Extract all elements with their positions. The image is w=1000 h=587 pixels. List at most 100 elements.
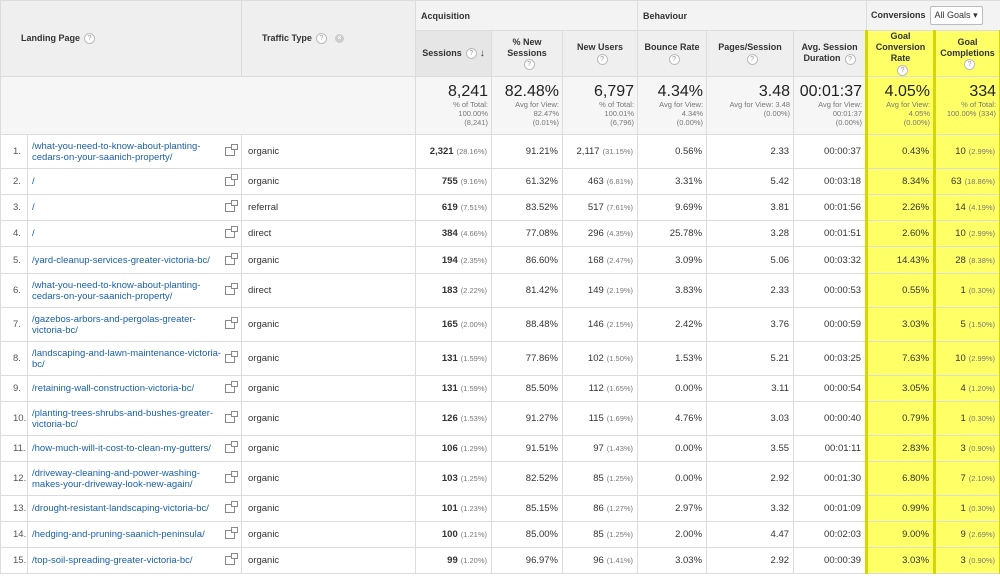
sort-desc-icon[interactable]: ↓: [480, 48, 485, 59]
conv-rate-cell: 0.79%: [865, 401, 937, 436]
row-number: 8.: [0, 341, 28, 376]
bounce-rate-cell: 2.97%: [637, 495, 708, 522]
open-link-icon[interactable]: [225, 381, 239, 393]
help-icon[interactable]: ?: [964, 59, 976, 71]
duration-cell: 00:00:40: [793, 401, 868, 436]
bounce-rate-header[interactable]: Bounce Rate?: [637, 30, 708, 77]
conv-rate-cell: 9.00%: [865, 521, 937, 548]
landing-page-link[interactable]: /what-you-need-to-know-about-planting-ce…: [32, 280, 225, 302]
completions-value: 14: [955, 202, 966, 213]
landing-page-link[interactable]: /what-you-need-to-know-about-planting-ce…: [32, 141, 225, 163]
new-users-cell: 96 (1.41%): [562, 547, 639, 574]
sessions-percent: (2.22%): [460, 286, 488, 295]
new-users-value: 146: [587, 319, 604, 330]
sessions-value: 131: [441, 353, 458, 364]
new-users-value: 463: [587, 176, 604, 187]
new-users-value: 115: [588, 413, 604, 424]
total-note: 82.47%: [533, 109, 560, 118]
landing-page-link[interactable]: /: [32, 228, 225, 239]
landing-page-link[interactable]: /landscaping-and-lawn-maintenance-victor…: [32, 348, 225, 370]
traffic-type-header[interactable]: Traffic Type? ×: [241, 0, 417, 77]
duration-cell: 00:01:09: [793, 495, 868, 522]
landing-page-link[interactable]: /: [32, 202, 225, 213]
open-link-icon[interactable]: [225, 471, 239, 483]
sessions-cell: 755 (9.16%): [415, 168, 493, 195]
total-new-users: 6,797% of Total: 100.01% (6,796): [562, 76, 639, 135]
help-icon[interactable]: ?: [746, 53, 758, 65]
new-users-cell: 102 (1.50%): [562, 341, 639, 376]
open-link-icon[interactable]: [225, 501, 239, 513]
completions-value: 7: [960, 473, 966, 484]
open-link-icon[interactable]: [225, 252, 239, 265]
sessions-percent: (4.66%): [460, 229, 488, 238]
open-link-icon[interactable]: [225, 174, 239, 186]
open-link-icon[interactable]: [225, 144, 239, 156]
help-icon[interactable]: ?: [668, 53, 680, 65]
landing-page-header[interactable]: Landing Page?: [0, 0, 243, 77]
help-icon[interactable]: ?: [897, 64, 909, 76]
open-link-icon[interactable]: [225, 226, 239, 238]
sessions-header[interactable]: Sessions? ↓: [415, 30, 493, 77]
open-link-icon[interactable]: [225, 317, 239, 329]
bounce-rate-cell: 1.53%: [637, 341, 708, 376]
landing-page-link[interactable]: /retaining-wall-construction-victoria-bc…: [32, 383, 225, 394]
completions-value: 1: [960, 503, 966, 514]
table-row: 12./driveway-cleaning-and-power-washing-…: [0, 461, 1000, 496]
avg-session-duration-header[interactable]: Avg. Session Duration?: [793, 30, 868, 77]
landing-page-link[interactable]: /drought-resistant-landscaping-victoria-…: [32, 503, 225, 514]
pages-session-cell: 2.92: [706, 547, 795, 574]
bounce-rate-cell: 3.09%: [637, 246, 708, 274]
duration-cell: 00:01:11: [793, 435, 868, 462]
total-value: 82.48%: [504, 83, 560, 100]
open-link-icon[interactable]: [225, 351, 239, 363]
duration-cell: 00:01:56: [793, 194, 868, 221]
open-link-icon[interactable]: [225, 411, 239, 423]
landing-page-link[interactable]: /gazebos-arbors-and-pergolas-greater-vic…: [32, 314, 225, 336]
remove-dimension-icon[interactable]: ×: [334, 34, 344, 44]
new-users-percent: (2.47%): [606, 255, 634, 265]
goal-select[interactable]: All Goals ▾: [929, 6, 983, 25]
completions-value: 10: [955, 353, 966, 364]
duration-cell: 00:03:25: [793, 341, 868, 376]
open-link-icon[interactable]: [225, 441, 239, 453]
goal-completions-header[interactable]: Goal Completions?: [933, 30, 1000, 77]
landing-page-link[interactable]: /top-soil-spreading-greater-victoria-bc/: [32, 555, 225, 566]
completions-percent: (2.99%): [968, 147, 996, 156]
bounce-rate-cell: 0.00%: [637, 375, 708, 402]
total-value: 6,797: [593, 83, 635, 100]
landing-page-link[interactable]: /: [32, 176, 225, 187]
open-link-icon[interactable]: [225, 553, 239, 565]
duration-cell: 00:00:37: [793, 134, 868, 169]
pages-session-header[interactable]: Pages/Session?: [706, 30, 795, 77]
chevron-down-icon: ▾: [973, 10, 978, 20]
open-link-icon[interactable]: [225, 527, 239, 539]
help-icon[interactable]: ?: [84, 33, 96, 45]
pct-new-cell: 81.42%: [491, 273, 564, 308]
landing-page-link[interactable]: /how-much-will-it-cost-to-clean-my-gutte…: [32, 443, 225, 454]
goal-conversion-rate-header[interactable]: Goal Conversion Rate?: [865, 30, 937, 77]
pct-new-sessions-header[interactable]: % New Sessions?: [491, 30, 564, 77]
goal-select-value: All Goals: [934, 10, 971, 20]
total-note: 100.00%: [458, 109, 489, 118]
bounce-rate-cell: 0.56%: [637, 134, 708, 169]
landing-page-link[interactable]: /yard-cleanup-services-greater-victoria-…: [32, 255, 225, 266]
help-icon[interactable]: ?: [315, 33, 327, 45]
total-pct-new: 82.48% Avg for View: 82.47% (0.01%): [491, 76, 564, 135]
landing-page-link[interactable]: /driveway-cleaning-and-power-washing-mak…: [32, 468, 225, 490]
sessions-value: 165: [441, 319, 458, 330]
new-users-cell: 112 (1.65%): [562, 375, 639, 402]
sessions-cell: 2,321 (28.16%): [415, 134, 493, 169]
completions-percent: (8.38%): [968, 255, 996, 265]
traffic-type-cell: direct: [241, 273, 417, 308]
help-icon[interactable]: ?: [465, 48, 477, 60]
help-icon[interactable]: ?: [844, 53, 856, 65]
help-icon[interactable]: ?: [596, 53, 608, 65]
new-users-header[interactable]: New Users?: [562, 30, 639, 77]
landing-page-link[interactable]: /planting-trees-shrubs-and-bushes-greate…: [32, 408, 225, 430]
help-icon[interactable]: ?: [523, 59, 535, 71]
row-number: 2.: [0, 168, 28, 195]
open-link-icon[interactable]: [225, 283, 239, 295]
open-link-icon[interactable]: [225, 200, 239, 212]
pages-session-cell: 2.33: [706, 134, 795, 169]
landing-page-link[interactable]: /hedging-and-pruning-saanich-peninsula/: [32, 529, 225, 540]
